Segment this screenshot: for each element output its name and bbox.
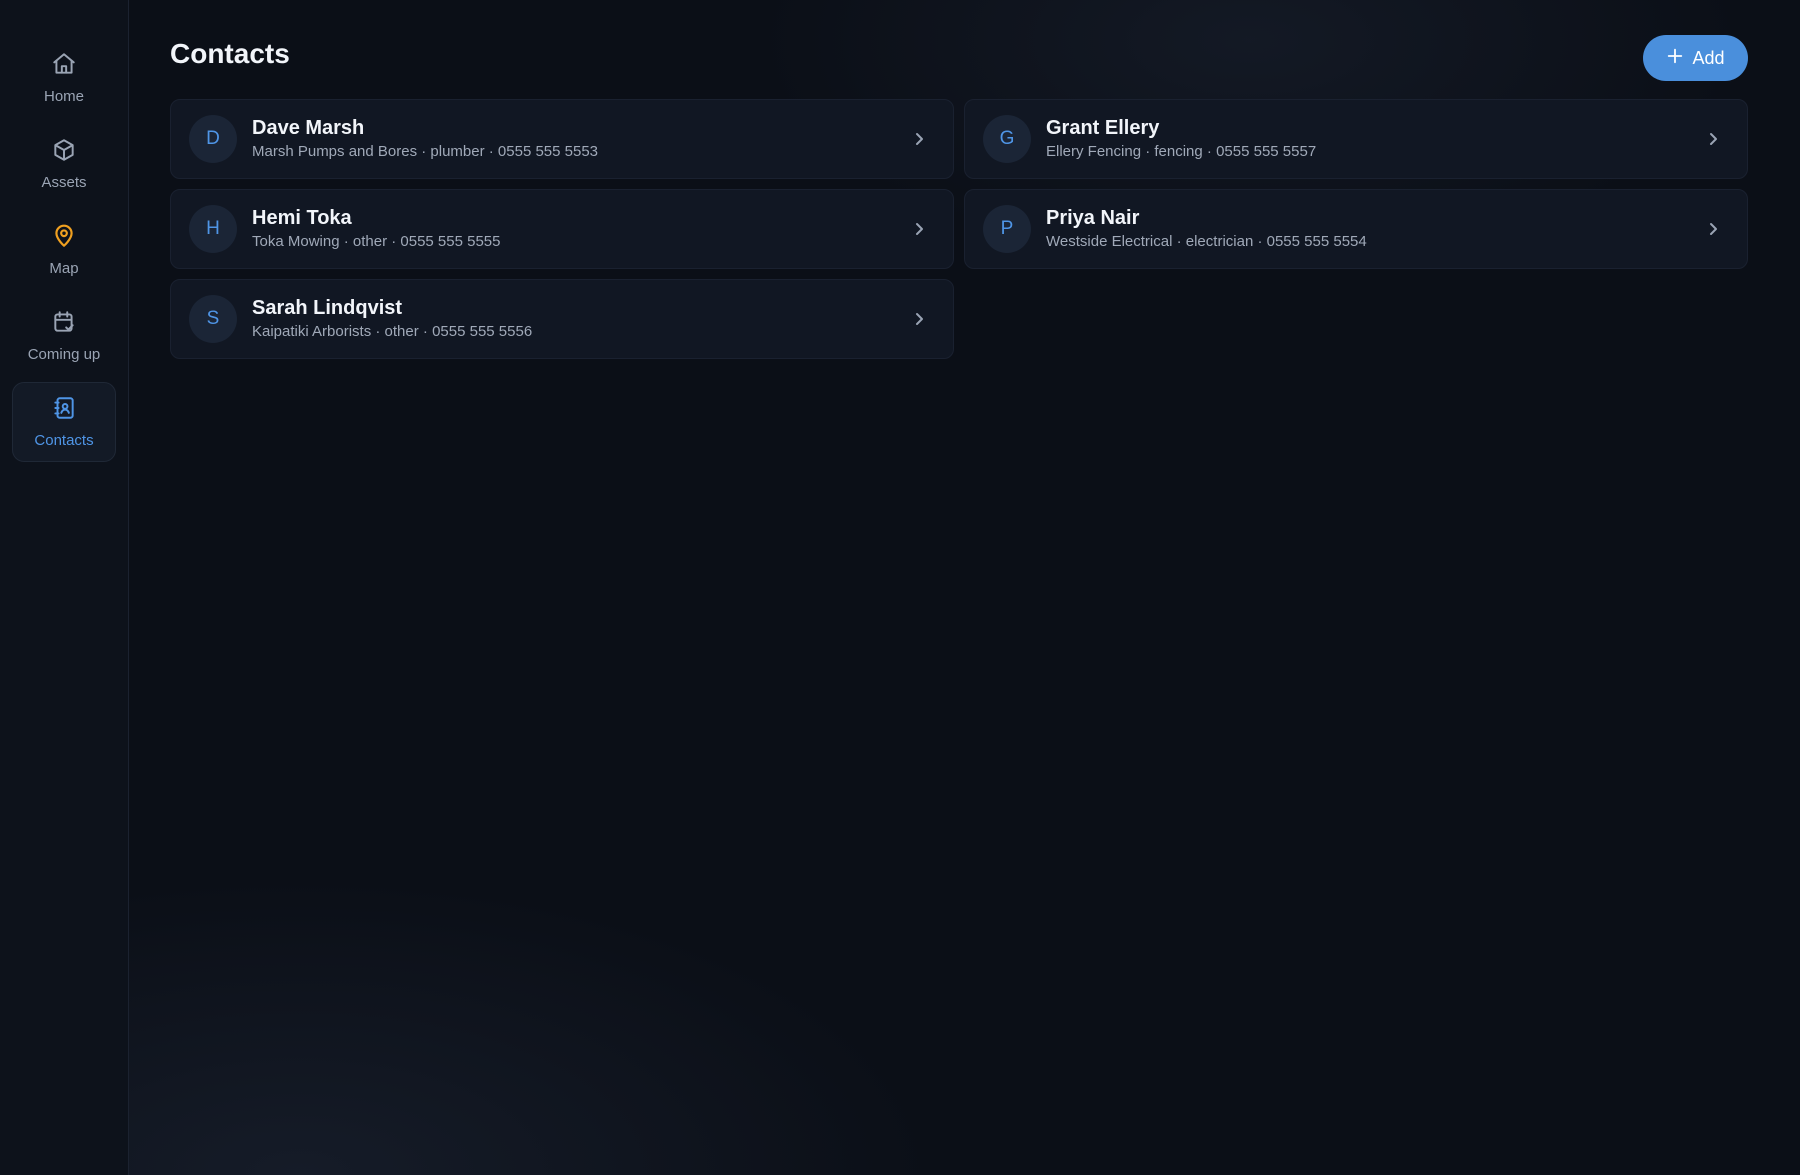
avatar: H (189, 205, 237, 253)
contact-name: Sarah Lindqvist (252, 297, 403, 319)
map-pin-icon (51, 223, 77, 254)
app-root: Home Assets Map Coming up Contacts Conta… (0, 0, 1800, 1175)
avatar: P (983, 205, 1031, 253)
contact-name: Grant Ellery (1046, 117, 1160, 139)
avatar: G (983, 115, 1031, 163)
contact-info: Hemi Toka Toka Mowing · other · 0555 555… (252, 206, 909, 252)
contact-details: Westside Electrical · electrician · 0555… (1046, 233, 1367, 250)
main-content: Contacts Add D Dave Marsh Marsh Pumps an… (170, 0, 1800, 1175)
page-title: Contacts (170, 38, 290, 69)
contact-info: Sarah Lindqvist Kaipatiki Arborists · ot… (252, 296, 909, 342)
contact-list: D Dave Marsh Marsh Pumps and Bores · plu… (170, 99, 1748, 359)
cube-icon (51, 137, 77, 168)
calendar-check-icon (51, 309, 77, 340)
sidebar-item-label: Home (43, 88, 84, 105)
contact-name: Dave Marsh (252, 117, 365, 139)
sidebar-item-contacts[interactable]: Contacts (12, 382, 116, 462)
contact-info: Priya Nair Westside Electrical · electri… (1046, 206, 1703, 252)
chevron-right-icon (1710, 223, 1717, 235)
avatar: D (189, 115, 237, 163)
chevron-right-icon (1710, 133, 1717, 145)
sidebar: Home Assets Map Coming up Contacts (0, 0, 129, 1175)
contact-details: Marsh Pumps and Bores · plumber · 0555 5… (252, 143, 599, 160)
avatar: S (189, 295, 237, 343)
contact-name: Priya Nair (1046, 207, 1140, 229)
contact-card[interactable]: P Priya Nair Westside Electrical · elect… (964, 189, 1748, 269)
contact-card[interactable]: H Hemi Toka Toka Mowing · other · 0555 5… (170, 189, 954, 269)
contact-book-icon (51, 395, 77, 426)
sidebar-item-label: Assets (41, 174, 87, 191)
contact-card[interactable]: S Sarah Lindqvist Kaipatiki Arborists · … (170, 279, 954, 359)
sidebar-item-coming-up[interactable]: Coming up (12, 296, 116, 376)
contact-info: Grant Ellery Ellery Fencing · fencing · … (1046, 116, 1703, 162)
sidebar-item-label: Map (49, 260, 79, 277)
contact-name: Hemi Toka (252, 207, 352, 229)
contact-info: Dave Marsh Marsh Pumps and Bores · plumb… (252, 116, 909, 162)
contact-details: Ellery Fencing · fencing · 0555 555 5557 (1046, 143, 1317, 160)
add-contact-button[interactable]: Add (1643, 35, 1748, 81)
contact-details: Toka Mowing · other · 0555 555 5555 (252, 233, 501, 250)
sidebar-item-home[interactable]: Home (12, 38, 116, 118)
home-icon (51, 51, 77, 82)
contact-card[interactable]: G Grant Ellery Ellery Fencing · fencing … (964, 99, 1748, 179)
chevron-right-icon (916, 223, 923, 235)
chevron-right-icon (916, 133, 923, 145)
sidebar-item-label: Contacts (34, 432, 94, 449)
sidebar-item-map[interactable]: Map (12, 210, 116, 290)
sidebar-item-assets[interactable]: Assets (12, 124, 116, 204)
contact-card[interactable]: D Dave Marsh Marsh Pumps and Bores · plu… (170, 99, 954, 179)
add-button-label: Add (1692, 47, 1725, 68)
chevron-right-icon (916, 313, 923, 325)
contact-details: Kaipatiki Arborists · other · 0555 555 5… (252, 323, 533, 340)
sidebar-item-label: Coming up (27, 346, 101, 363)
plus-icon (1666, 47, 1684, 70)
